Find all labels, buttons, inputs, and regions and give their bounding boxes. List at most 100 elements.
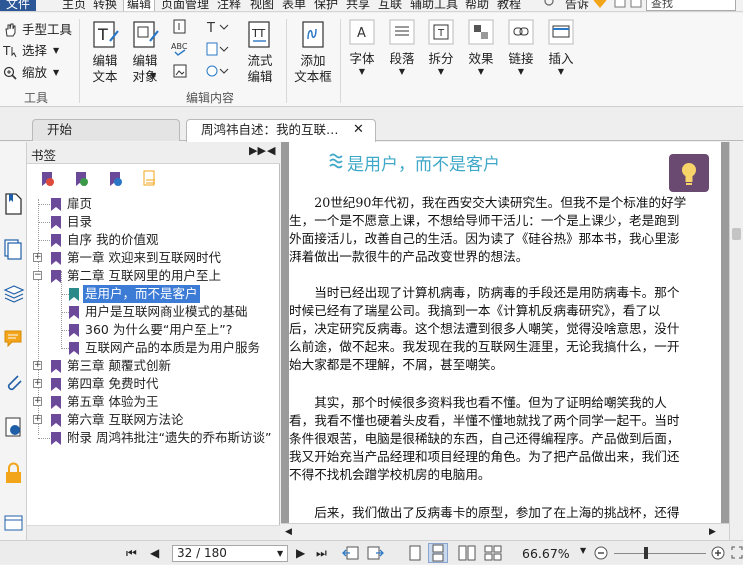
bookmark-item[interactable]: + 第四章 免费时代 [33, 375, 273, 393]
next-view-icon[interactable] [366, 545, 384, 561]
continuous-facing-icon[interactable] [484, 545, 502, 561]
attachment-icon[interactable] [3, 372, 25, 394]
tools-group-label: 工具 [23, 91, 48, 105]
add-child-bookmark-icon[interactable] [107, 170, 123, 188]
expand-icon[interactable]: + [33, 415, 42, 424]
continuous-view-button[interactable] [428, 543, 448, 563]
pages-panel-icon[interactable] [3, 238, 23, 262]
zoom-dropdown-icon[interactable]: ▼ [53, 63, 59, 83]
expand-icon[interactable]: + [33, 379, 42, 388]
bookmark-item[interactable]: − 第二章 互联网里的用户至上 [33, 267, 273, 285]
edit-text-button[interactable]: T 编辑 文本 [86, 19, 124, 85]
separator [340, 19, 341, 103]
menu-file[interactable]: 文件 [0, 0, 37, 11]
shapes-icon[interactable] [205, 63, 229, 79]
spellcheck-icon[interactable]: ABC [171, 41, 191, 57]
form-panel-icon[interactable] [3, 512, 25, 532]
tips-button[interactable] [669, 154, 709, 192]
zoom-slider[interactable] [614, 553, 706, 554]
zoom-out-icon[interactable] [594, 546, 608, 560]
select-dropdown-icon[interactable]: ▼ [53, 41, 59, 61]
zoom-slider-thumb[interactable] [644, 547, 648, 559]
add-textbox-button[interactable]: 添加 文本框 [292, 19, 334, 85]
scroll-left-icon[interactable]: ◀ [285, 527, 292, 537]
delete-bookmark-icon[interactable] [39, 170, 55, 188]
layers-panel-icon[interactable] [3, 282, 25, 304]
link-button[interactable]: 链接 ▼ [504, 19, 538, 77]
text-format-icon[interactable]: T [205, 19, 229, 35]
insert-button[interactable]: 插入 ▼ [544, 19, 578, 77]
checkbox-icon[interactable] [614, 0, 626, 10]
menu-home[interactable]: 主页 [59, 0, 89, 11]
menu-share[interactable]: 共享 [343, 0, 373, 11]
bookmark-item[interactable]: + 第一章 欢迎来到互联网时代 [33, 249, 273, 267]
signature-panel-icon[interactable] [3, 416, 25, 440]
heart-icon[interactable] [592, 0, 608, 10]
typewriter-icon[interactable] [172, 19, 188, 35]
lock-icon[interactable] [3, 462, 25, 486]
bookmark-icon [69, 342, 79, 355]
vertical-scrollbar[interactable] [729, 142, 743, 540]
image-icon[interactable] [172, 63, 188, 79]
effect-button[interactable]: 效果 ▼ [464, 19, 498, 77]
tab-document[interactable]: 周鸿祎自述：我的互联… ✕ [186, 119, 376, 142]
expand-icon[interactable]: + [33, 253, 42, 262]
menu-page-manage[interactable]: 页面管理 [158, 0, 212, 11]
edit-object-button[interactable]: 编辑 对象 [126, 19, 164, 85]
menu-form[interactable]: 表单 [279, 0, 309, 11]
svg-text:A: A [357, 26, 366, 41]
menu-help[interactable]: 帮助 [462, 0, 492, 11]
facing-view-icon[interactable] [458, 545, 476, 561]
close-tab-icon[interactable]: ✕ [353, 120, 364, 140]
expand-icon[interactable]: + [33, 397, 42, 406]
bookmark-item[interactable]: + 第三章 颠覆式创新 [33, 357, 273, 375]
bookmark-item[interactable]: + 第五章 体验为王 [33, 393, 273, 411]
svg-text:ABC: ABC [171, 42, 188, 51]
menu-tutorial[interactable]: 教程 [494, 0, 524, 11]
bookmark-properties-icon[interactable] [141, 170, 157, 188]
scroll-right-icon[interactable]: ▶ [709, 527, 716, 537]
expand-panel-icon[interactable]: ▶▶ [249, 144, 266, 157]
menu-comment[interactable]: 注释 [214, 0, 244, 11]
tab-start[interactable]: 开始 [32, 119, 180, 141]
menu-convert[interactable]: 转换 [90, 0, 120, 11]
fullscreen-icon[interactable] [731, 546, 743, 560]
menu-view[interactable]: 视图 [247, 0, 277, 11]
collapse-panel-icon[interactable]: ◀ [267, 144, 275, 157]
first-page-icon[interactable]: ⏮ [126, 546, 137, 561]
menu-edit[interactable]: 编辑 [123, 0, 156, 11]
edit-object-dropdown-icon[interactable]: ▼ [150, 71, 156, 80]
split-button[interactable]: T 拆分 ▼ [424, 19, 458, 77]
bookmark-panel-icon[interactable] [3, 192, 23, 216]
previous-view-icon[interactable] [342, 545, 360, 561]
add-bookmark-icon[interactable] [73, 170, 89, 188]
tell-me[interactable]: 告诉 [562, 0, 592, 11]
scrollbar-thumb[interactable] [732, 228, 741, 240]
collapse-icon[interactable]: − [33, 271, 42, 280]
lightbulb-icon[interactable] [543, 0, 555, 9]
menu-accessibility[interactable]: 辅助工具 [407, 0, 461, 11]
zoom-level[interactable]: 66.67% [522, 546, 570, 561]
menu-protect[interactable]: 保护 [311, 0, 341, 11]
search-input[interactable]: 查找 [646, 0, 736, 11]
paragraph-button[interactable]: 段落 ▼ [385, 19, 419, 77]
prev-page-icon[interactable]: ◀ [150, 546, 159, 560]
page-number-input[interactable]: 32 / 180 ▼ [172, 545, 288, 562]
shape-list-icon[interactable] [205, 41, 229, 57]
expand-icon[interactable]: + [33, 361, 42, 370]
horizontal-scrollbar[interactable]: ◀ ▶ [281, 523, 729, 540]
text-line: 看，我看不懂也硬着头皮看，半懂不懂地就找了两个同学一起干。当时 [289, 413, 680, 428]
zoom-dropdown-icon[interactable]: ▼ [580, 546, 586, 555]
flow-edit-button[interactable]: TT 流式 编辑 [240, 19, 280, 85]
bookmark-item[interactable]: + 第六章 互联网方法论 [33, 411, 273, 429]
font-button[interactable]: A 字体 ▼ [345, 19, 379, 77]
last-page-icon[interactable]: ⏭ [316, 546, 327, 561]
next-page-icon[interactable]: ▶ [296, 546, 305, 560]
zoom-in-icon[interactable] [711, 546, 725, 560]
menu-connect[interactable]: 互联 [375, 0, 405, 11]
bookmarks-scrollbar[interactable] [27, 525, 280, 540]
settings-icon[interactable] [630, 0, 642, 10]
page-dropdown-icon[interactable]: ▼ [277, 546, 283, 561]
single-page-view-icon[interactable] [408, 545, 422, 561]
comments-panel-icon[interactable] [3, 328, 25, 350]
